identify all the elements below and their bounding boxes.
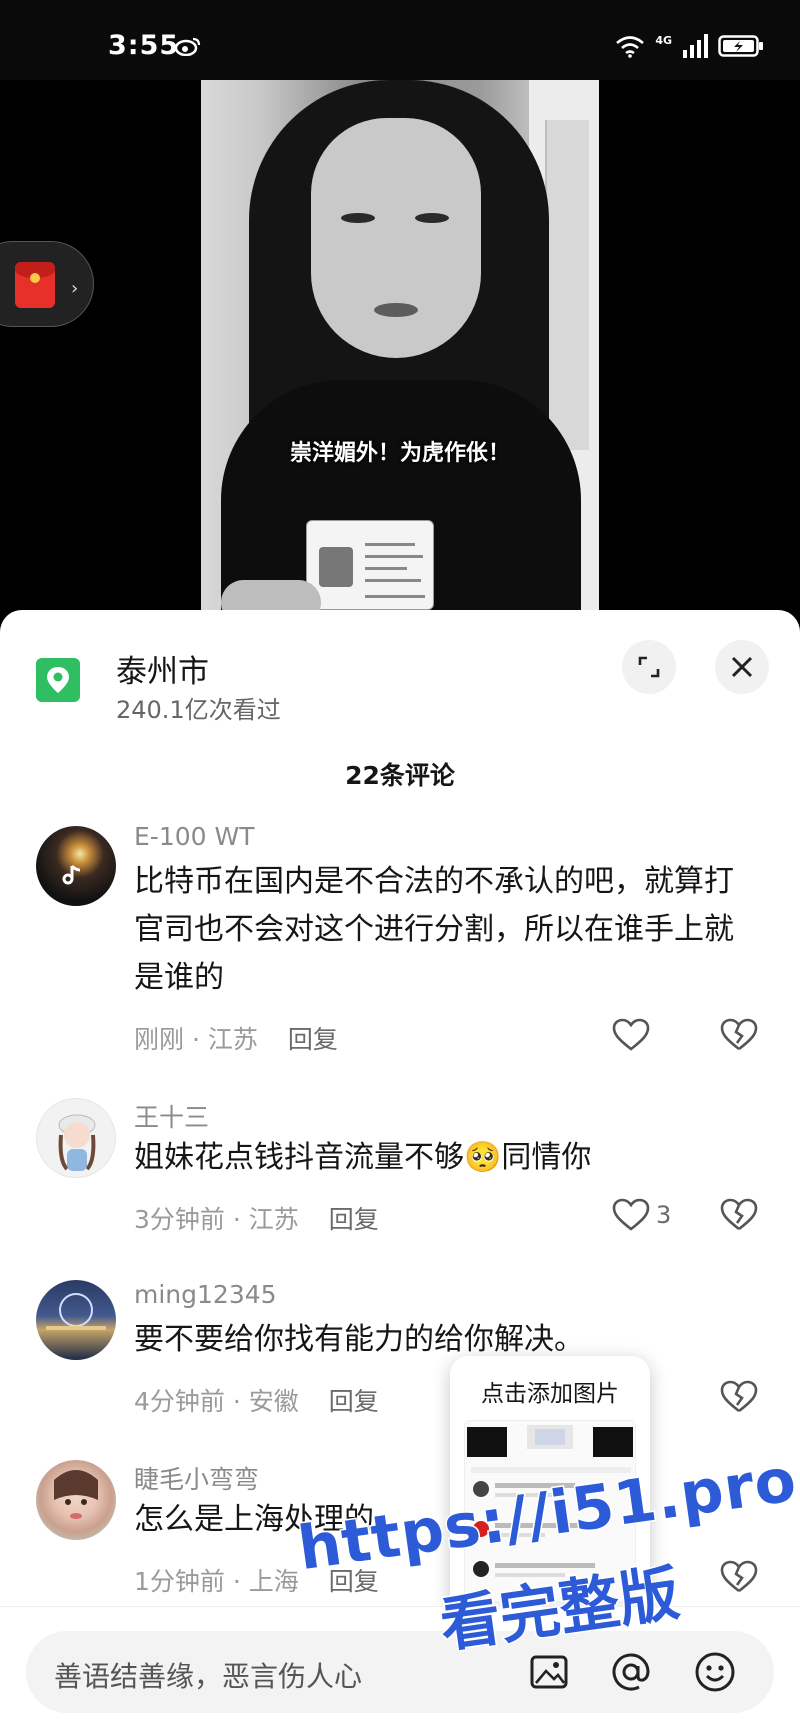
id-card-line — [365, 579, 421, 582]
id-card-line — [365, 567, 407, 570]
comment-username[interactable]: ming12345 — [134, 1280, 277, 1309]
close-icon — [731, 656, 753, 678]
status-bar: 3:55 4G — [0, 0, 800, 80]
broken-heart-icon — [720, 1018, 758, 1051]
location-views: 240.1亿次看过 — [116, 696, 281, 724]
id-card-line — [365, 555, 423, 558]
red-packet-icon — [15, 262, 55, 308]
comment-item: ming12345 要不要给你找有能力的给你解决。 4分钟前 · 安徽 回复 — [0, 1272, 800, 1416]
comment-item: E-100 WT 比特币在国内是不合法的不承认的吧，就算打官司也不会对这个进行分… — [0, 810, 800, 1054]
id-card-image — [306, 520, 434, 610]
reply-button[interactable]: 回复 — [288, 1025, 338, 1054]
avatar[interactable] — [36, 1280, 116, 1360]
avatar[interactable] — [36, 1460, 116, 1540]
tiktok-badge-icon — [62, 864, 81, 885]
comment-text: 要不要给你找有能力的给你解决。 — [134, 1322, 584, 1357]
like-button[interactable] — [612, 1018, 656, 1052]
video-person-eye — [341, 213, 375, 223]
chevron-right-icon: › — [71, 278, 79, 299]
comment-username[interactable]: 王十三 — [134, 1098, 209, 1134]
dislike-button[interactable] — [720, 1018, 758, 1056]
reply-button[interactable]: 回复 — [329, 1205, 379, 1234]
expand-button[interactable] — [622, 640, 676, 694]
video-frame: 崇洋媚外！为虎作伥！ — [201, 80, 599, 620]
video-player[interactable]: 崇洋媚外！为虎作伥！ › — [0, 80, 800, 620]
reply-button[interactable]: 回复 — [329, 1387, 379, 1416]
comment-time-location: 4分钟前 · 安徽 — [134, 1387, 299, 1416]
avatar-city-night-icon — [46, 1293, 106, 1330]
video-caption: 崇洋媚外！为虎作伥！ — [289, 441, 510, 466]
like-button[interactable]: 3 — [612, 1198, 671, 1232]
comment-username[interactable]: E-100 WT — [134, 822, 254, 851]
id-card-line — [365, 543, 415, 546]
system-icons: 4G — [615, 32, 764, 60]
avatar[interactable] — [36, 826, 116, 906]
signal-icon — [683, 34, 708, 58]
weibo-icon — [175, 37, 201, 56]
close-button[interactable] — [715, 640, 769, 694]
add-image-title[interactable]: 点击添加图片 — [450, 1374, 650, 1408]
red-packet-button[interactable]: › — [0, 241, 94, 327]
dislike-button[interactable] — [720, 1198, 758, 1236]
comment-text: 姐妹花点钱抖音流量不够🥺同情你 — [134, 1140, 592, 1175]
avatar-cartoon-girl-icon — [58, 1114, 96, 1171]
comment-username[interactable]: 睫毛小弯弯 — [134, 1460, 259, 1496]
dislike-button[interactable] — [720, 1380, 758, 1418]
video-person-face — [311, 118, 481, 358]
emoji-icon — [695, 1652, 735, 1692]
emoji-button[interactable] — [692, 1649, 738, 1695]
status-time: 3:55 — [108, 30, 180, 61]
like-count: 3 — [656, 1201, 672, 1229]
wifi-icon — [616, 36, 645, 58]
heart-icon — [612, 1198, 650, 1231]
network-type-label: 4G — [655, 33, 672, 47]
id-card-photo — [319, 547, 353, 587]
expand-icon — [638, 656, 660, 678]
comment-time-location: 3分钟前 · 江苏 — [134, 1205, 299, 1234]
broken-heart-icon — [720, 1380, 758, 1413]
red-packet-seal — [30, 273, 40, 283]
comment-item: 王十三 姐妹花点钱抖音流量不够🥺同情你 3分钟前 · 江苏 回复 3 — [0, 1090, 800, 1234]
video-person-lips — [374, 303, 418, 317]
comment-meta: 3分钟前 · 江苏 回复 — [134, 1200, 379, 1236]
comment-time-location: 1分钟前 · 上海 — [134, 1567, 299, 1596]
video-door — [545, 120, 589, 450]
heart-icon — [612, 1018, 650, 1051]
broken-heart-icon — [720, 1198, 758, 1231]
avatar-woman-face-icon — [54, 1470, 98, 1519]
comment-meta: 4分钟前 · 安徽 回复 — [134, 1382, 379, 1418]
battery-icon — [718, 35, 763, 57]
comments-count: 22条评论 — [345, 761, 455, 790]
comment-meta: 刚刚 · 江苏 回复 — [134, 1020, 338, 1056]
id-card-line — [365, 595, 425, 598]
avatar[interactable] — [36, 1098, 116, 1178]
location-pin-icon — [36, 658, 80, 702]
watermark-text: 看完整版 — [435, 1557, 685, 1663]
location-title[interactable]: 泰州市 — [116, 646, 209, 691]
comment-time-location: 刚刚 · 江苏 — [134, 1025, 258, 1054]
video-person-eye — [415, 213, 449, 223]
comment-text: 比特币在国内是不合法的不承认的吧，就算打官司也不会对这个进行分割，所以在谁手上就… — [134, 864, 734, 995]
